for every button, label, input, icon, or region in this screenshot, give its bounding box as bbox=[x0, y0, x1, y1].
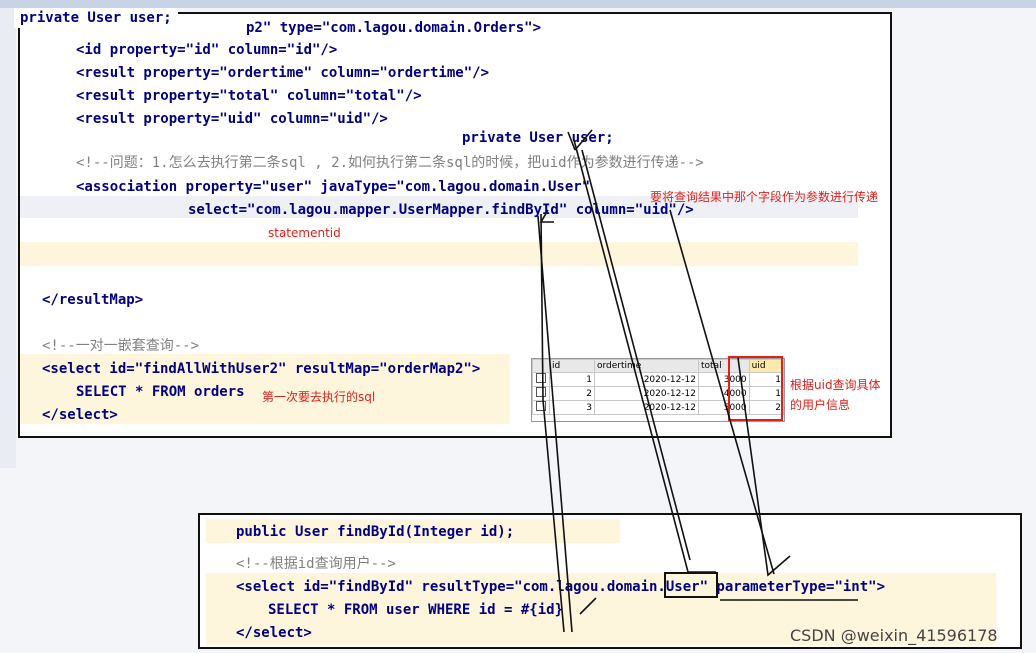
annotation-arrows bbox=[537, 129, 858, 633]
arrow-uid-to-param bbox=[737, 357, 791, 577]
arrow-select-to-statement bbox=[540, 213, 565, 633]
arrow-column-to-parameter bbox=[669, 209, 775, 575]
arrow-user-to-type bbox=[581, 149, 691, 561]
arrow-select-to-statement-2 bbox=[537, 215, 573, 633]
check-mark-1 bbox=[567, 129, 593, 151]
csdn-watermark: CSDN @weixin_41596178 bbox=[790, 626, 998, 645]
check-mark-2 bbox=[579, 597, 597, 615]
caret-mark bbox=[539, 209, 554, 223]
arrow-private-user-to-user-type bbox=[573, 139, 716, 573]
